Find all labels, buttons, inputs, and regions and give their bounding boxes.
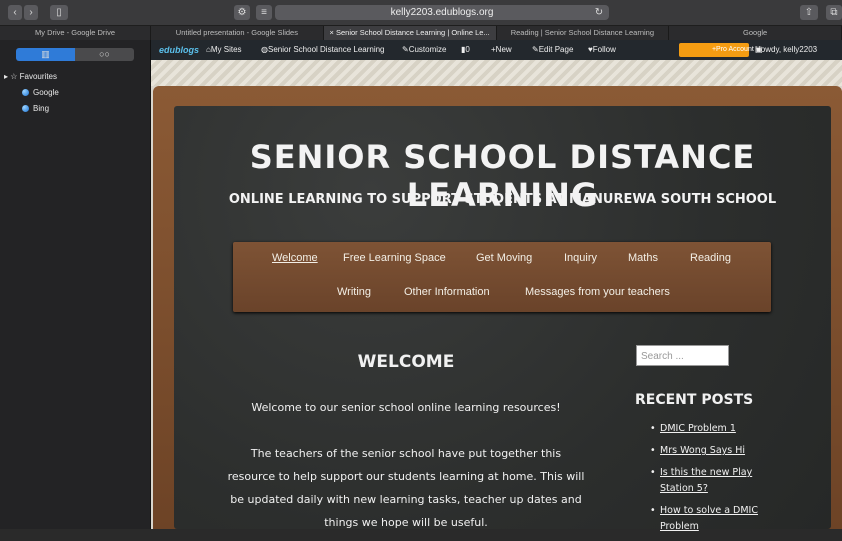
share-icon[interactable]: ⇧	[800, 5, 818, 20]
nav-inquiry[interactable]: Inquiry	[564, 252, 597, 264]
recent-posts-list: DMIC Problem 1 Mrs Wong Says Hi Is this …	[650, 421, 780, 541]
header-pattern	[151, 60, 842, 86]
site-subtitle: ONLINE LEARNING TO SUPPORT STUDENTS AT M…	[228, 192, 777, 207]
globe-icon	[22, 89, 29, 96]
nav-writing[interactable]: Writing	[337, 286, 371, 298]
comments-link[interactable]: ▮ 0	[461, 40, 470, 60]
nav-other-information[interactable]: Other Information	[404, 286, 490, 298]
site-name-link[interactable]: ◍ Senior School Distance Learning	[261, 40, 385, 60]
post-link[interactable]: Is this the new Play Station 5?	[650, 465, 780, 497]
tab-label: Senior School Distance Learning | Online…	[336, 28, 490, 37]
edit-page-link[interactable]: ✎ Edit Page	[532, 40, 573, 60]
chalkboard: SENIOR SCHOOL DISTANCE LEARNING ONLINE L…	[174, 106, 831, 532]
back-button[interactable]: ‹	[8, 5, 22, 20]
para-line: things we hope will be useful.	[324, 516, 488, 529]
bookmark-google[interactable]: Google	[22, 88, 59, 97]
tab-my-drive[interactable]: My Drive - Google Drive	[0, 26, 151, 40]
intro-text: Welcome to our senior school online lear…	[251, 401, 561, 414]
tab-bar: My Drive - Google Drive Untitled present…	[0, 26, 842, 40]
nav-welcome[interactable]: Welcome	[272, 252, 318, 264]
pro-account-label: Pro Account	[716, 46, 754, 53]
admin-bar: edublogs ⌂ My Sites ◍ Senior School Dist…	[151, 40, 842, 60]
tab-senior-school[interactable]: × Senior School Distance Learning | Onli…	[323, 26, 497, 40]
pro-account-button[interactable]: + Pro Account	[679, 43, 754, 57]
recent-posts-heading: RECENT POSTS	[635, 392, 754, 408]
edublogs-logo[interactable]: edublogs	[159, 40, 199, 60]
customize-label: Customize	[408, 45, 447, 54]
tab-google-slides[interactable]: Untitled presentation - Google Slides	[151, 26, 324, 40]
follow-link[interactable]: ♥ Follow	[588, 40, 616, 60]
nav-get-moving[interactable]: Get Moving	[476, 252, 532, 264]
post-link[interactable]: How to solve a DMIC Problem	[650, 503, 780, 535]
reader-icon[interactable]: ≡	[256, 5, 272, 20]
tabs-icon[interactable]: ⧉	[826, 5, 842, 20]
new-label: New	[495, 45, 512, 54]
greeting-label: Howdy, kelly2203	[755, 45, 818, 54]
my-sites-label: My Sites	[210, 45, 242, 54]
para-line: The teachers of the senior school have p…	[250, 447, 562, 460]
forward-button[interactable]: ›	[24, 5, 38, 20]
bookmark-label: Google	[33, 88, 59, 97]
comments-count: 0	[465, 45, 470, 54]
nav-messages[interactable]: Messages from your teachers	[525, 286, 670, 298]
favourites-folder[interactable]: ▸ ☆ Favourites	[4, 72, 57, 81]
globe-icon	[22, 105, 29, 112]
post-link[interactable]: Mrs Wong Says Hi	[650, 443, 780, 459]
edit-page-label: Edit Page	[538, 45, 574, 54]
site-name-label: Senior School Distance Learning	[267, 45, 385, 54]
address-bar[interactable]: kelly2203.edublogs.org	[275, 5, 609, 20]
main-nav: Welcome Free Learning Space Get Moving I…	[233, 242, 771, 312]
glasses-icon[interactable]: ○○	[75, 48, 134, 61]
my-sites-link[interactable]: ⌂ My Sites	[206, 40, 242, 60]
new-link[interactable]: + New	[491, 40, 512, 60]
favourites-label: Favourites	[19, 72, 57, 81]
settings-icon[interactable]: ⚙	[234, 5, 250, 20]
bookmark-bing[interactable]: Bing	[22, 104, 49, 113]
reload-icon[interactable]: ↻	[592, 5, 606, 20]
nav-maths[interactable]: Maths	[628, 252, 658, 264]
nav-free-learning-space[interactable]: Free Learning Space	[343, 252, 446, 264]
nav-reading[interactable]: Reading	[690, 252, 731, 264]
browser-toolbar: ‹ › ▯ ⚙ ≡ kelly2203.edublogs.org ↻ ⇧ ⧉	[0, 0, 842, 26]
customize-link[interactable]: ✎ Customize	[402, 40, 447, 60]
welcome-heading: WELCOME	[357, 352, 455, 372]
bookmark-label: Bing	[33, 104, 50, 113]
account-menu[interactable]: Howdy, kelly2203 ▣	[755, 40, 817, 60]
post-link[interactable]: DMIC Problem 1	[650, 421, 780, 437]
para-line: resource to help support our students le…	[227, 470, 585, 483]
search-input[interactable]: Search ...	[636, 345, 729, 366]
book-icon[interactable]: ▥	[16, 48, 75, 61]
bookmarks-sidebar: ▥ ○○ ▸ ☆ Favourites Google Bing	[0, 40, 151, 529]
para-line: be updated daily with new learning tasks…	[230, 493, 582, 506]
tab-google[interactable]: Google	[669, 26, 842, 40]
page-background: SENIOR SCHOOL DISTANCE LEARNING ONLINE L…	[151, 60, 842, 532]
sidebar-toggle-button[interactable]: ▯	[50, 5, 68, 20]
tab-reading[interactable]: Reading | Senior School Distance Learnin…	[497, 26, 670, 40]
follow-label: Follow	[592, 45, 616, 54]
sidebar-segment: ▥ ○○	[16, 48, 134, 61]
